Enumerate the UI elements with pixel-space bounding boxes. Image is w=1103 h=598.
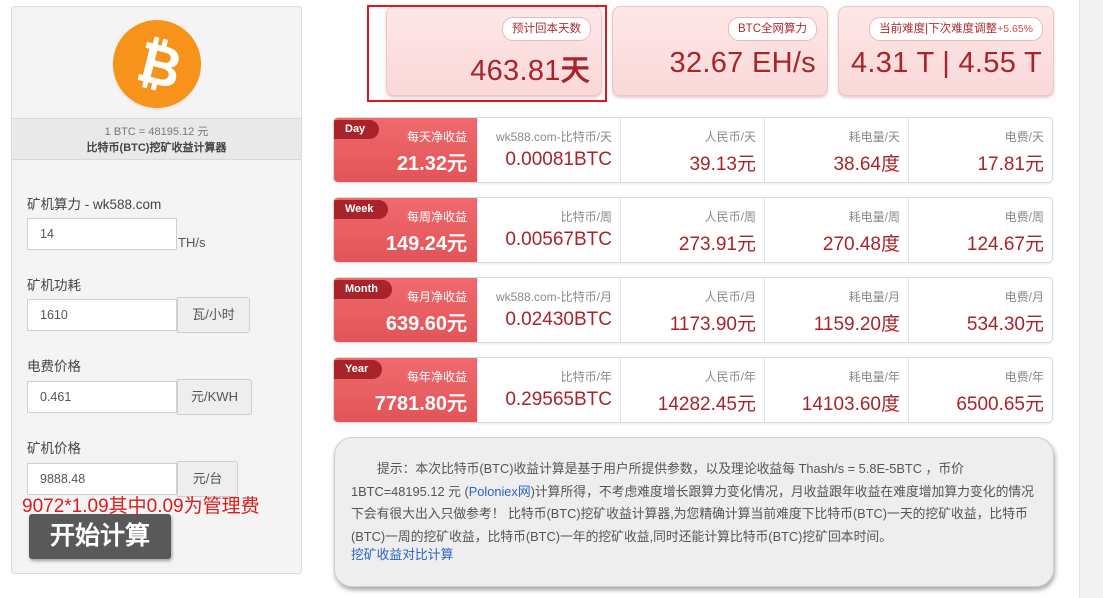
net-income-cell: Year 每年净收益 7781.80元 xyxy=(334,358,477,422)
net-income-cell: Day 每天净收益 21.32元 xyxy=(334,118,477,182)
rmb-income-label: 人民币/天 xyxy=(704,130,756,144)
electricity-cost-label: 电费/年 xyxy=(1004,370,1044,384)
power-usage-cell: 耗电量/月 1159.20度 xyxy=(764,278,908,342)
calculator-title: 比特币(BTC)挖矿收益计算器 xyxy=(86,142,227,154)
electricity-cost-label: 电费/月 xyxy=(1004,290,1044,304)
income-row-day: Day 每天净收益 21.32元 wk588.com-比特币/天 0.00081… xyxy=(333,117,1053,183)
power-usage-cell: 耗电量/天 38.64度 xyxy=(764,118,908,182)
electricity-cost-cell: 电费/年 6500.65元 xyxy=(908,358,1052,422)
btc-price-line: 1 BTC = 48195.12 元 xyxy=(104,126,209,138)
income-row-year: Year 每年净收益 7781.80元 比特币/年 0.29565BTC 人民币… xyxy=(333,357,1053,423)
electricity-cost-value: 534.30元 xyxy=(966,314,1044,335)
period-tag: Week xyxy=(334,200,388,219)
rmb-income-value: 273.91元 xyxy=(678,234,756,255)
income-row-week: Week 每周净收益 149.24元 比特币/周 0.00567BTC 人民币/… xyxy=(333,197,1053,263)
rmb-income-value: 1173.90元 xyxy=(669,314,756,335)
net-income-cell: Week 每周净收益 149.24元 xyxy=(334,198,477,262)
btc-income-cell: wk588.com-比特币/天 0.00081BTC xyxy=(477,118,620,182)
net-income-label: 每月净收益 xyxy=(406,290,467,304)
power-label: 矿机功耗 xyxy=(27,278,81,293)
payback-days-label: 预计回本天数 xyxy=(502,17,591,41)
network-hashrate-value: 32.67 EH/s xyxy=(669,47,816,79)
income-row-month: Month 每月净收益 639.60元 wk588.com-比特币/月 0.02… xyxy=(333,277,1053,343)
electricity-cost-label: 电费/周 xyxy=(1004,210,1044,224)
power-usage-cell: 耗电量/周 270.48度 xyxy=(764,198,908,262)
power-usage-label: 耗电量/天 xyxy=(848,130,900,144)
rmb-income-label: 人民币/月 xyxy=(704,290,756,304)
mining-compare-link[interactable]: 挖矿收益对比计算 xyxy=(351,544,453,563)
power-usage-label: 耗电量/年 xyxy=(848,370,900,384)
electricity-cost-value: 124.67元 xyxy=(966,234,1044,255)
miner-price-label: 矿机价格 xyxy=(27,441,81,456)
difficulty-card: 当前难度|下次难度调整+5.65% 4.31 T | 4.55 T xyxy=(838,6,1054,96)
rmb-income-cell: 人民币/天 39.13元 xyxy=(620,118,764,182)
difficulty-value: 4.31 T | 4.55 T xyxy=(850,47,1042,79)
electricity-cost-value: 17.81元 xyxy=(977,154,1044,175)
btc-income-value: 0.02430BTC xyxy=(505,309,612,330)
net-income-value: 639.60元 xyxy=(385,313,467,335)
net-income-cell: Month 每月净收益 639.60元 xyxy=(334,278,477,342)
hashrate-label: 矿机算力 - wk588.com xyxy=(27,197,162,212)
power-usage-value: 14103.60度 xyxy=(801,394,900,415)
period-tag: Month xyxy=(334,280,392,299)
electricity-label: 电费价格 xyxy=(27,359,81,374)
start-calculate-button[interactable]: 开始计算 xyxy=(29,514,171,559)
rmb-income-label: 人民币/周 xyxy=(704,210,756,224)
page-scroll-gutter xyxy=(1079,0,1103,598)
btc-income-value: 0.00081BTC xyxy=(505,149,612,170)
net-income-label: 每年净收益 xyxy=(406,370,467,384)
net-income-value: 149.24元 xyxy=(385,233,467,255)
electricity-cost-label: 电费/天 xyxy=(1004,130,1044,144)
net-income-label: 每天净收益 xyxy=(406,130,467,144)
power-usage-label: 耗电量/周 xyxy=(848,210,900,224)
btc-income-label: 比特币/年 xyxy=(560,370,612,384)
btc-price-box: 1 BTC = 48195.12 元 比特币(BTC)挖矿收益计算器 xyxy=(12,118,301,160)
tip-text: 提示：本次比特币(BTC)收益计算是基于用户所提供参数，以及理论收益每 Thas… xyxy=(351,461,1034,544)
electricity-unit: 元/KWH xyxy=(177,379,252,415)
btc-income-label: wk588.com-比特币/天 xyxy=(495,130,612,144)
network-hashrate-card: BTC全网算力 32.67 EH/s xyxy=(612,6,828,96)
electricity-cost-cell: 电费/天 17.81元 xyxy=(908,118,1052,182)
power-usage-cell: 耗电量/年 14103.60度 xyxy=(764,358,908,422)
btc-income-cell: wk588.com-比特币/月 0.02430BTC xyxy=(477,278,620,342)
rmb-income-label: 人民币/年 xyxy=(704,370,756,384)
period-tag: Year xyxy=(334,360,383,379)
rmb-income-cell: 人民币/年 14282.45元 xyxy=(620,358,764,422)
hashrate-input[interactable]: 14 xyxy=(27,218,177,250)
electricity-cost-value: 6500.65元 xyxy=(956,394,1044,415)
power-usage-value: 270.48度 xyxy=(822,234,900,255)
period-tag: Day xyxy=(334,120,380,139)
bitcoin-logo-icon xyxy=(113,20,201,108)
power-usage-label: 耗电量/月 xyxy=(848,290,900,304)
net-income-value: 7781.80元 xyxy=(374,393,467,415)
power-unit: 瓦/小时 xyxy=(177,297,250,333)
btc-income-value: 0.00567BTC xyxy=(505,229,612,250)
payback-days-value: 463.81天 xyxy=(470,55,590,87)
hashrate-unit: TH/s xyxy=(178,235,206,250)
rmb-income-value: 39.13元 xyxy=(689,154,756,175)
rmb-income-value: 14282.45元 xyxy=(657,394,756,415)
btc-income-label: 比特币/周 xyxy=(560,210,612,224)
electricity-input[interactable]: 0.461 xyxy=(27,381,177,413)
rmb-income-cell: 人民币/周 273.91元 xyxy=(620,198,764,262)
btc-income-cell: 比特币/年 0.29565BTC xyxy=(477,358,620,422)
rmb-income-cell: 人民币/月 1173.90元 xyxy=(620,278,764,342)
power-input[interactable]: 1610 xyxy=(27,299,177,331)
electricity-cost-cell: 电费/月 534.30元 xyxy=(908,278,1052,342)
power-usage-value: 38.64度 xyxy=(833,154,900,175)
net-income-value: 21.32元 xyxy=(396,153,467,175)
electricity-cost-cell: 电费/周 124.67元 xyxy=(908,198,1052,262)
tip-box: 提示：本次比特币(BTC)收益计算是基于用户所提供参数，以及理论收益每 Thas… xyxy=(334,437,1054,587)
payback-days-card: 预计回本天数 463.81天 xyxy=(386,6,602,96)
btc-income-value: 0.29565BTC xyxy=(505,389,612,410)
network-hashrate-label: BTC全网算力 xyxy=(728,17,817,41)
power-usage-value: 1159.20度 xyxy=(813,314,900,335)
poloniex-link[interactable]: Poloniex网 xyxy=(469,484,531,499)
btc-income-cell: 比特币/周 0.00567BTC xyxy=(477,198,620,262)
difficulty-label: 当前难度|下次难度调整+5.65% xyxy=(869,17,1043,41)
net-income-label: 每周净收益 xyxy=(406,210,467,224)
btc-income-label: wk588.com-比特币/月 xyxy=(495,290,612,304)
coin-logo-area xyxy=(12,7,301,117)
calculator-panel: 1 BTC = 48195.12 元 比特币(BTC)挖矿收益计算器 矿机算力 … xyxy=(11,6,302,574)
